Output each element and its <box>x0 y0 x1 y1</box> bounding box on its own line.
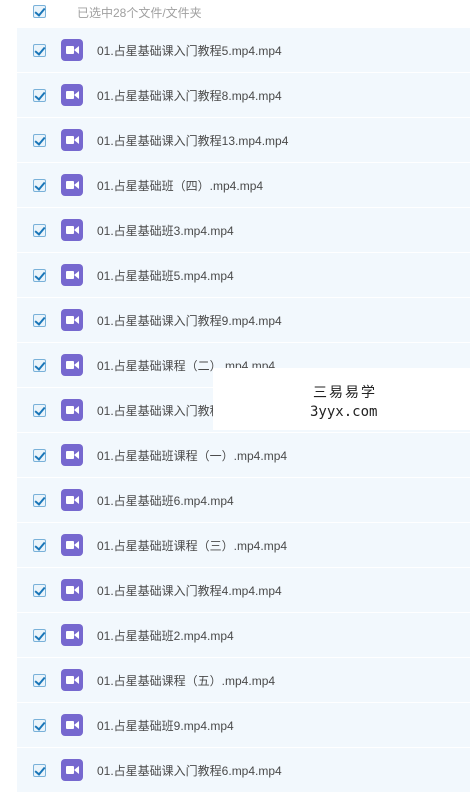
file-name[interactable]: 01.占星基础班2.mp4.mp4 <box>97 627 234 644</box>
file-checkbox[interactable] <box>33 449 46 462</box>
video-file-icon <box>61 579 83 601</box>
file-checkbox[interactable] <box>33 629 46 642</box>
video-file-icon <box>61 174 83 196</box>
file-row[interactable]: 01.占星基础班3.mp4.mp4 <box>17 208 470 253</box>
file-name[interactable]: 01.占星基础课入门教程 <box>97 402 222 419</box>
file-checkbox[interactable] <box>33 134 46 147</box>
video-file-icon <box>61 399 83 421</box>
file-row[interactable]: 01.占星基础班课程（一）.mp4.mp4 <box>17 433 470 478</box>
file-checkbox[interactable] <box>33 764 46 777</box>
watermark: 三易易学 3yyx.com <box>213 368 470 430</box>
selection-header: 已选中28个文件/文件夹 <box>0 0 470 28</box>
file-checkbox[interactable] <box>33 224 46 237</box>
video-file-icon <box>61 534 83 556</box>
file-checkbox[interactable] <box>33 674 46 687</box>
file-row[interactable]: 01.占星基础班9.mp4.mp4 <box>17 703 470 748</box>
file-name[interactable]: 01.占星基础课入门教程5.mp4.mp4 <box>97 42 282 59</box>
file-row[interactable]: 01.占星基础课程（五）.mp4.mp4 <box>17 658 470 703</box>
select-all-checkbox[interactable] <box>33 5 46 18</box>
selection-count-label: 已选中28个文件/文件夹 <box>77 6 202 20</box>
file-name[interactable]: 01.占星基础班课程（一）.mp4.mp4 <box>97 447 287 464</box>
video-file-icon <box>61 309 83 331</box>
file-row[interactable]: 01.占星基础课入门教程8.mp4.mp4 <box>17 73 470 118</box>
file-row[interactable]: 01.占星基础班6.mp4.mp4 <box>17 478 470 523</box>
file-checkbox[interactable] <box>33 584 46 597</box>
file-name[interactable]: 01.占星基础课程（五）.mp4.mp4 <box>97 672 275 689</box>
file-name[interactable]: 01.占星基础课入门教程6.mp4.mp4 <box>97 762 282 779</box>
video-file-icon <box>61 354 83 376</box>
file-name[interactable]: 01.占星基础班3.mp4.mp4 <box>97 222 234 239</box>
video-file-icon <box>61 129 83 151</box>
video-file-icon <box>61 759 83 781</box>
watermark-title: 三易易学 <box>313 385 377 401</box>
file-name[interactable]: 01.占星基础班课程（三）.mp4.mp4 <box>97 537 287 554</box>
file-name[interactable]: 01.占星基础班6.mp4.mp4 <box>97 492 234 509</box>
file-row[interactable]: 01.占星基础课入门教程13.mp4.mp4 <box>17 118 470 163</box>
video-file-icon <box>61 39 83 61</box>
video-file-icon <box>61 624 83 646</box>
file-checkbox[interactable] <box>33 314 46 327</box>
file-name[interactable]: 01.占星基础班5.mp4.mp4 <box>97 267 234 284</box>
file-name[interactable]: 01.占星基础班（四）.mp4.mp4 <box>97 177 263 194</box>
file-row[interactable]: 01.占星基础课入门教程4.mp4.mp4 <box>17 568 470 613</box>
file-checkbox[interactable] <box>33 44 46 57</box>
file-row[interactable]: 01.占星基础班课程（三）.mp4.mp4 <box>17 523 470 568</box>
video-file-icon <box>61 219 83 241</box>
file-name[interactable]: 01.占星基础课入门教程8.mp4.mp4 <box>97 87 282 104</box>
video-file-icon <box>61 84 83 106</box>
file-checkbox[interactable] <box>33 539 46 552</box>
file-name[interactable]: 01.占星基础课入门教程13.mp4.mp4 <box>97 132 288 149</box>
video-file-icon <box>61 669 83 691</box>
file-checkbox[interactable] <box>33 719 46 732</box>
file-name[interactable]: 01.占星基础课入门教程4.mp4.mp4 <box>97 582 282 599</box>
file-checkbox[interactable] <box>33 269 46 282</box>
file-checkbox[interactable] <box>33 359 46 372</box>
file-name[interactable]: 01.占星基础课入门教程9.mp4.mp4 <box>97 312 282 329</box>
file-checkbox[interactable] <box>33 494 46 507</box>
file-checkbox[interactable] <box>33 89 46 102</box>
video-file-icon <box>61 489 83 511</box>
file-name[interactable]: 01.占星基础班9.mp4.mp4 <box>97 717 234 734</box>
file-row[interactable]: 01.占星基础班2.mp4.mp4 <box>17 613 470 658</box>
file-checkbox[interactable] <box>33 179 46 192</box>
file-row[interactable]: 01.占星基础课入门教程5.mp4.mp4 <box>17 28 470 73</box>
file-checkbox[interactable] <box>33 404 46 417</box>
watermark-url: 3yyx.com <box>310 404 378 420</box>
video-file-icon <box>61 264 83 286</box>
file-row[interactable]: 01.占星基础课入门教程6.mp4.mp4 <box>17 748 470 793</box>
video-file-icon <box>61 444 83 466</box>
file-row[interactable]: 01.占星基础班5.mp4.mp4 <box>17 253 470 298</box>
file-row[interactable]: 01.占星基础班（四）.mp4.mp4 <box>17 163 470 208</box>
file-row[interactable]: 01.占星基础课入门教程9.mp4.mp4 <box>17 298 470 343</box>
video-file-icon <box>61 714 83 736</box>
